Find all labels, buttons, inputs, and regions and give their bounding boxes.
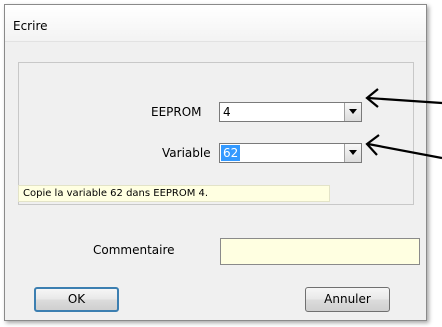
settings-group bbox=[18, 62, 414, 205]
comment-input[interactable] bbox=[220, 238, 420, 265]
cancel-button[interactable]: Annuler bbox=[305, 287, 390, 312]
comment-label: Commentaire bbox=[93, 243, 175, 257]
info-message: Copie la variable 62 dans EEPROM 4. bbox=[18, 185, 330, 202]
title-bar[interactable]: Ecrire bbox=[5, 5, 426, 42]
eeprom-value: 4 bbox=[223, 105, 231, 119]
variable-combobox[interactable]: 62 bbox=[219, 143, 362, 163]
eeprom-label: EEPROM bbox=[151, 105, 202, 119]
eeprom-combobox[interactable]: 4 bbox=[219, 102, 362, 122]
arrow-left-icon bbox=[365, 88, 442, 108]
chevron-down-icon bbox=[349, 109, 357, 114]
variable-value: 62 bbox=[221, 145, 241, 161]
chevron-down-icon bbox=[349, 150, 357, 155]
eeprom-dropdown-button[interactable] bbox=[344, 103, 361, 121]
dialog-title: Ecrire bbox=[13, 19, 48, 33]
ok-button[interactable]: OK bbox=[34, 287, 119, 312]
variable-dropdown-button[interactable] bbox=[344, 144, 361, 162]
arrow-left-icon bbox=[365, 134, 442, 160]
variable-label: Variable bbox=[162, 146, 211, 160]
